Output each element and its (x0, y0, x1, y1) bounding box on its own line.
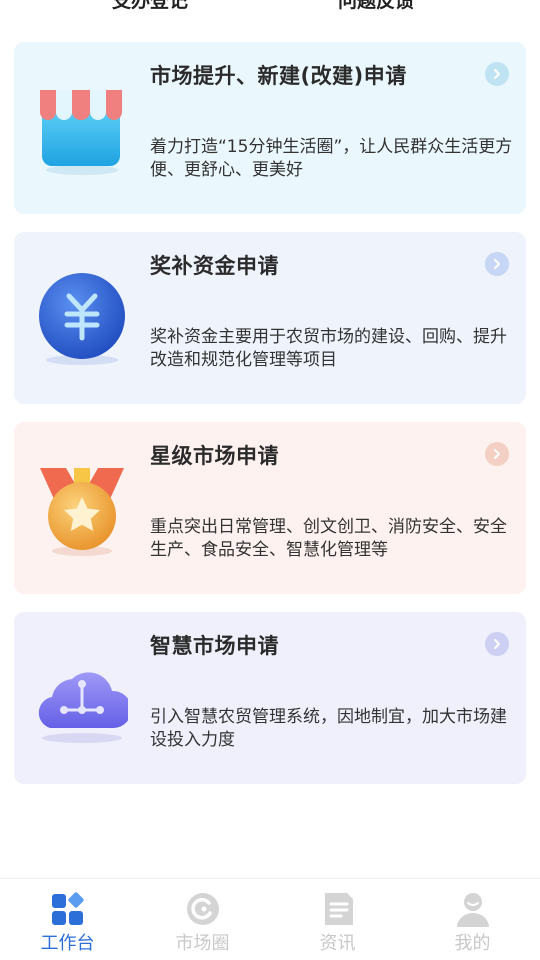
card-title: 智慧市场申请 (150, 634, 279, 658)
bottom-tab-bar: 工作台 市场圈 资讯 我的 (0, 878, 540, 960)
chevron-right-icon[interactable] (485, 442, 509, 466)
profile-icon (455, 891, 491, 927)
tab-market-circle[interactable]: 市场圈 (135, 879, 270, 960)
card-description: 引入智慧农贸管理系统，因地制宜，加大市场建设投入力度 (150, 707, 507, 750)
card-title: 星级市场申请 (150, 444, 279, 468)
card-star-market[interactable]: 星级市场申请 重点突出日常管理、创文创卫、消防安全、安全生产、食品安全、智慧化管… (14, 422, 526, 594)
card-description: 重点突出日常管理、创文创卫、消防安全、安全生产、食品安全、智慧化管理等 (150, 517, 507, 560)
card-smart-market[interactable]: 智慧市场申请 引入智慧农贸管理系统，因地制宜，加大市场建设投入力度 (14, 612, 526, 784)
card-description: 奖补资金主要用于农贸市场的建设、回购、提升改造和规范化管理等项目 (150, 327, 507, 370)
chevron-right-icon[interactable] (485, 632, 509, 656)
tab-label: 市场圈 (175, 933, 230, 954)
tab-feedback[interactable]: 问题反馈 (338, 0, 414, 13)
cloud-network-icon (36, 652, 132, 748)
tab-profile[interactable]: 我的 (405, 879, 540, 960)
star-medal-icon (36, 462, 128, 558)
card-description: 着力打造“15分钟生活圈”，让人民群众生活更方便、更舒心、更美好 (150, 137, 513, 180)
tab-label: 工作台 (40, 933, 95, 954)
chevron-right-icon[interactable] (485, 62, 509, 86)
card-title: 市场提升、新建(改建)申请 (150, 64, 407, 88)
card-title: 奖补资金申请 (150, 254, 279, 278)
workbench-icon (50, 891, 86, 927)
card-subsidy-fund[interactable]: 奖补资金申请 奖补资金主要用于农贸市场的建设、回购、提升改造和规范化管理等项目 (14, 232, 526, 404)
market-circle-icon (185, 891, 221, 927)
tab-label: 资讯 (319, 933, 356, 954)
tab-label: 我的 (454, 933, 491, 954)
card-market-upgrade[interactable]: 市场提升、新建(改建)申请 着力打造“15分钟生活圈”，让人民群众生活更方便、更… (14, 42, 526, 214)
news-icon (320, 891, 356, 927)
storefront-icon (36, 82, 128, 178)
tab-workbench[interactable]: 工作台 (0, 879, 135, 960)
chevron-right-icon[interactable] (485, 252, 509, 276)
yuan-coin-icon (36, 272, 128, 368)
tab-news[interactable]: 资讯 (270, 879, 405, 960)
top-tab-strip: 支办登记 问题反馈 (0, 0, 540, 14)
tab-registration[interactable]: 支办登记 (112, 0, 188, 13)
